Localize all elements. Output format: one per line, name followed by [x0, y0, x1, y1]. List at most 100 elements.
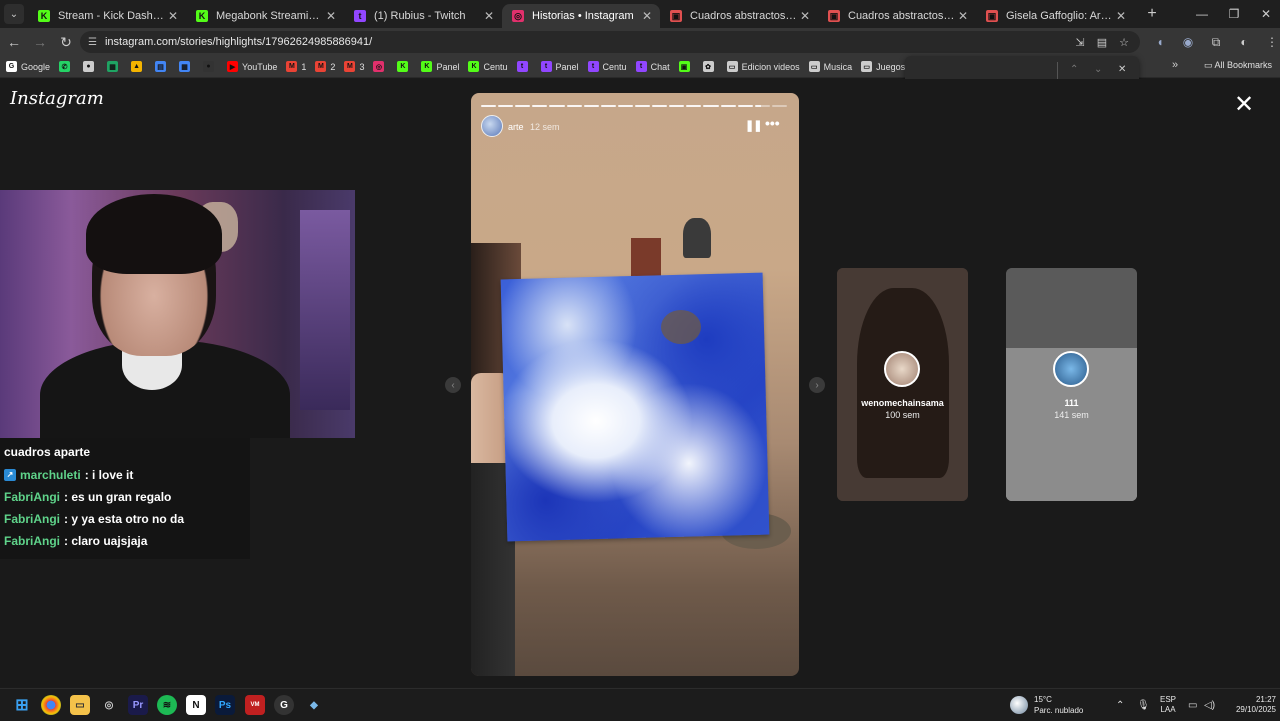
bookmark-item[interactable]: ◎: [373, 61, 388, 72]
bookmark-item[interactable]: ▭ Musica: [808, 61, 852, 72]
weather-widget[interactable]: 15°C Parc. nublado: [1010, 694, 1083, 716]
bookmark-item[interactable]: ▲: [131, 61, 146, 72]
tab-close-icon[interactable]: ✕: [956, 9, 970, 23]
profile-avatar-icon[interactable]: ◐: [1232, 30, 1256, 54]
circle-icon: ●: [203, 61, 215, 72]
bookmark-item[interactable]: t: [516, 61, 532, 72]
browser-tab[interactable]: ▣ Gisela Gaffoglio: Artista Pintor✕: [976, 4, 1134, 28]
notion-icon[interactable]: N: [186, 695, 206, 715]
previous-story-icon[interactable]: ‹: [445, 377, 461, 393]
back-icon[interactable]: ←: [2, 30, 26, 54]
extensions-puzzle-icon[interactable]: ⧉: [1204, 30, 1228, 54]
find-next-icon[interactable]: ⌄: [1094, 64, 1102, 75]
browser-tab[interactable]: K Stream - Kick Dashboard✕: [28, 4, 186, 28]
minimize-button[interactable]: —: [1186, 0, 1218, 28]
bookmark-item[interactable]: K Panel: [421, 61, 459, 72]
bookmark-item[interactable]: ●: [203, 61, 218, 72]
file-explorer-icon[interactable]: ▭: [70, 695, 90, 715]
browser-tab[interactable]: ▣ Cuadros abstractos en venta - S✕: [660, 4, 818, 28]
find-input[interactable]: [913, 61, 1053, 81]
browser-tab[interactable]: K Megabonk Streaming - Live Str✕: [186, 4, 344, 28]
bookmark-star-icon[interactable]: ☆: [1116, 34, 1132, 50]
chrome-taskbar-icon[interactable]: [41, 695, 61, 715]
bookmark-item[interactable]: ▦: [179, 61, 194, 72]
voicemeeter-icon[interactable]: VM: [245, 695, 265, 715]
instagram-logo[interactable]: Instagram: [10, 88, 104, 109]
next-story-icon[interactable]: ›: [809, 377, 825, 393]
new-tab-button[interactable]: +: [1140, 5, 1164, 23]
tab-close-icon[interactable]: ✕: [324, 9, 338, 23]
input-language[interactable]: ESP LAA: [1160, 695, 1176, 715]
maximize-button[interactable]: ❐: [1218, 0, 1250, 28]
volume-icon[interactable]: ◁): [1204, 689, 1215, 721]
bookmark-item[interactable]: M1: [286, 61, 306, 72]
twitch-icon: t: [540, 61, 552, 72]
obs-icon[interactable]: ◎: [99, 695, 119, 715]
bookmark-item[interactable]: t Chat: [635, 61, 670, 72]
youtube-icon: ▶: [227, 61, 239, 72]
bookmark-item[interactable]: t Centu: [587, 61, 627, 72]
microphone-icon[interactable]: 🎙: [1137, 689, 1150, 721]
find-close-icon[interactable]: ✕: [1118, 64, 1126, 75]
chrome-menu-icon[interactable]: ⋮: [1260, 30, 1280, 54]
extension-icon: ✿: [702, 61, 714, 72]
url-text[interactable]: instagram.com/stories/highlights/1796262…: [105, 36, 372, 48]
tab-close-icon[interactable]: ✕: [798, 9, 812, 23]
tray-overflow-icon[interactable]: ⌃: [1116, 689, 1124, 721]
close-stories-icon[interactable]: ✕: [1234, 93, 1254, 117]
next-story-preview[interactable]: 111 141 sem: [1006, 268, 1137, 501]
bookmark-item[interactable]: ▶ YouTube: [227, 61, 277, 72]
address-bar[interactable]: ☰ instagram.com/stories/highlights/17962…: [80, 31, 1140, 53]
bookmark-item[interactable]: K: [397, 61, 412, 72]
bookmark-item[interactable]: ▦: [107, 61, 122, 72]
system-clock[interactable]: 21:27 29/10/2025: [1224, 695, 1276, 715]
bookmark-item[interactable]: ✿: [702, 61, 718, 72]
app-g-icon[interactable]: G: [274, 695, 294, 715]
close-window-button[interactable]: ✕: [1250, 0, 1280, 28]
story-viewer[interactable]: arte 12 sem ❚❚ •••: [471, 93, 799, 676]
spotify-icon[interactable]: ≋: [157, 695, 177, 715]
tab-close-icon[interactable]: ✕: [482, 9, 496, 23]
story-progress-bar: [481, 105, 787, 107]
browser-tab[interactable]: ◎ Historias • Instagram ✕: [502, 4, 660, 28]
tab-close-icon[interactable]: ✕: [166, 9, 180, 23]
bookmark-item[interactable]: G Google: [6, 61, 50, 72]
bookmark-item[interactable]: ●: [83, 61, 98, 72]
tab-close-icon[interactable]: ✕: [1114, 9, 1128, 23]
preview-avatar: [1053, 351, 1089, 387]
all-bookmarks-button[interactable]: ▭ All Bookmarks: [1204, 60, 1272, 71]
tab-close-icon[interactable]: ✕: [640, 9, 654, 23]
next-story-preview[interactable]: wenomechainsama 100 sem: [837, 268, 968, 501]
pause-icon[interactable]: ❚❚: [745, 119, 762, 132]
premiere-icon[interactable]: Pr: [128, 695, 148, 715]
windows-start-icon[interactable]: ⊞: [12, 695, 32, 715]
bookmark-item[interactable]: M3: [344, 61, 364, 72]
site-info-icon[interactable]: ☰: [88, 37, 97, 48]
extension-shield-icon[interactable]: ◉: [1176, 30, 1200, 54]
story-username[interactable]: arte: [508, 122, 524, 132]
forward-icon[interactable]: →: [28, 30, 52, 54]
browser-tab[interactable]: t (1) Rubius - Twitch ✕: [344, 4, 502, 28]
bookmark-item[interactable]: K Centu: [468, 61, 508, 72]
bookmark-item[interactable]: ▭ Edicion videos: [726, 61, 800, 72]
tab-search-chevron-icon[interactable]: ⌄: [4, 4, 24, 24]
bookmark-item[interactable]: ▣: [678, 61, 694, 72]
bookmark-item[interactable]: M2: [315, 61, 335, 72]
browser-tab[interactable]: ▣ Cuadros abstractos en venta - S✕: [818, 4, 976, 28]
story-avatar[interactable]: [481, 115, 503, 137]
bookmark-item[interactable]: ✆: [59, 61, 74, 72]
more-options-icon[interactable]: •••: [765, 115, 780, 131]
install-app-icon[interactable]: ⇲: [1072, 34, 1088, 50]
bookmark-item[interactable]: t Panel: [540, 61, 579, 72]
reading-mode-icon[interactable]: ▤: [1094, 34, 1110, 50]
find-previous-icon[interactable]: ⌃: [1070, 64, 1078, 75]
network-icon[interactable]: ▭: [1188, 689, 1197, 721]
extension-audio-icon[interactable]: ◖: [1148, 30, 1172, 54]
photoshop-icon[interactable]: Ps: [215, 695, 235, 715]
bookmark-item[interactable]: ▤: [155, 61, 170, 72]
bookmarks-overflow-icon[interactable]: »: [1172, 59, 1178, 71]
app-diamond-icon[interactable]: ◆: [304, 695, 324, 715]
kick-icon: K: [38, 10, 50, 22]
tab-title: Cuadros abstractos en venta - S: [690, 10, 798, 22]
reload-icon[interactable]: ↻: [54, 30, 78, 54]
